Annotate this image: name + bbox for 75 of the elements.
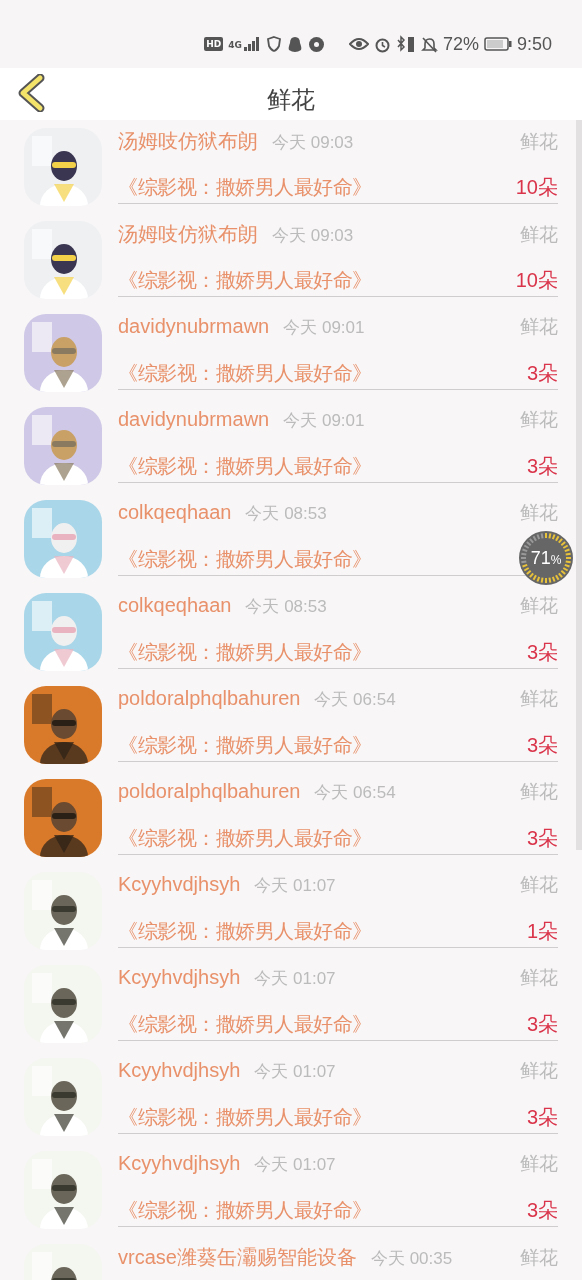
gift-time: 今天 09:03 [272,225,354,247]
gift-type: 鲜花 [520,500,558,525]
user-name[interactable]: 汤姆吱仿狱布朗 [118,221,258,248]
flower-count: 3朵 [526,1012,558,1037]
gift-time: 今天 08:53 [245,503,327,525]
flower-count: 3朵 [526,454,558,479]
battery-percent: 72% [442,33,479,55]
mute-bell-icon [420,35,438,53]
hd-badge: HD [204,37,224,51]
user-name[interactable]: colkqeqhaan [118,501,232,524]
gift-time: 今天 09:03 [272,132,354,154]
gift-time: 今天 00:35 [370,1248,453,1270]
user-name[interactable]: colkqeqhaan [118,594,232,617]
gift-type: 鲜花 [520,1058,558,1083]
gift-type: 鲜花 [520,1151,558,1176]
gift-time: 今天 06:54 [314,689,396,711]
flower-count: 3朵 [526,361,558,386]
book-title[interactable]: 《综影视：撒娇男人最好命》 [118,360,372,387]
battery-icon [483,37,512,51]
gift-type: 鲜花 [520,129,558,154]
user-name[interactable]: davidynubrmawn [118,408,270,431]
gift-type: 鲜花 [520,686,558,711]
flower-count: 3朵 [526,1105,558,1130]
gift-time: 今天 09:01 [283,317,365,339]
flower-count: 3朵 [526,826,558,851]
user-name[interactable]: Kcyyhvdjhsyh [118,1152,241,1175]
book-title[interactable]: 《综影视：撒娇男人最好命》 [118,825,372,852]
network-type: 4G [228,40,242,50]
user-name[interactable]: Kcyyhvdjhsyh [118,966,241,989]
user-name[interactable]: poldoralphqlbahuren [118,780,301,803]
book-title[interactable]: 《综影视：撒娇男人最好命》 [118,267,372,294]
gift-time: 今天 09:01 [283,410,365,432]
gift-time: 今天 01:07 [254,875,336,897]
user-name[interactable]: vrcase潍葵缶灞赐智能设备 [118,1244,357,1271]
flower-count: 10朵 [515,175,558,200]
gift-type: 鲜花 [520,872,558,897]
book-title[interactable]: 《综影视：撒娇男人最好命》 [118,1104,372,1131]
progress-meter[interactable]: 71% [518,530,574,586]
flower-count: 3朵 [526,640,558,665]
book-title[interactable]: 《综影视：撒娇男人最好命》 [118,1011,372,1038]
gift-time: 今天 01:07 [254,1061,336,1083]
gift-type: 鲜花 [520,1245,558,1270]
book-title[interactable]: 《综影视：撒娇男人最好命》 [118,918,372,945]
user-name[interactable]: poldoralphqlbahuren [118,687,301,710]
book-title[interactable]: 《综影视：撒娇男人最好命》 [118,453,372,480]
book-title[interactable]: 《综影视：撒娇男人最好命》 [118,732,372,759]
flower-count: 3朵 [526,733,558,758]
flower-count: 3朵 [526,1198,558,1223]
flower-count: 1朵 [526,919,558,944]
gift-time: 今天 06:54 [314,782,396,804]
book-title[interactable]: 《综影视：撒娇男人最好命》 [118,174,372,201]
book-title[interactable]: 《综影视：撒娇男人最好命》 [118,546,372,573]
user-name[interactable]: davidynubrmawn [118,315,270,338]
gift-type: 鲜花 [520,407,558,432]
gift-time: 今天 01:07 [254,968,336,990]
user-name[interactable]: 汤姆吱仿狱布朗 [118,128,258,155]
bluetooth-battery-icon [395,35,416,53]
clock-time: 9:50 [516,33,552,55]
gift-time: 今天 08:53 [245,596,327,618]
user-name[interactable]: Kcyyhvdjhsyh [118,1059,241,1082]
shield-icon [265,36,282,52]
book-title[interactable]: 《综影视：撒娇男人最好命》 [118,639,372,666]
gift-time: 今天 01:07 [254,1154,336,1176]
page-title: 鲜花 [267,85,315,116]
user-name[interactable]: Kcyyhvdjhsyh [118,873,241,896]
gift-type: 鲜花 [520,593,558,618]
gift-type: 鲜花 [520,965,558,990]
gift-type: 鲜花 [520,222,558,247]
eye-icon [348,37,369,51]
gift-type: 鲜花 [520,314,558,339]
back-icon[interactable] [16,74,46,112]
book-title[interactable]: 《综影视：撒娇男人最好命》 [118,1197,372,1224]
flower-count: 10朵 [515,268,558,293]
signal-icon [242,36,261,52]
gift-type: 鲜花 [520,779,558,804]
